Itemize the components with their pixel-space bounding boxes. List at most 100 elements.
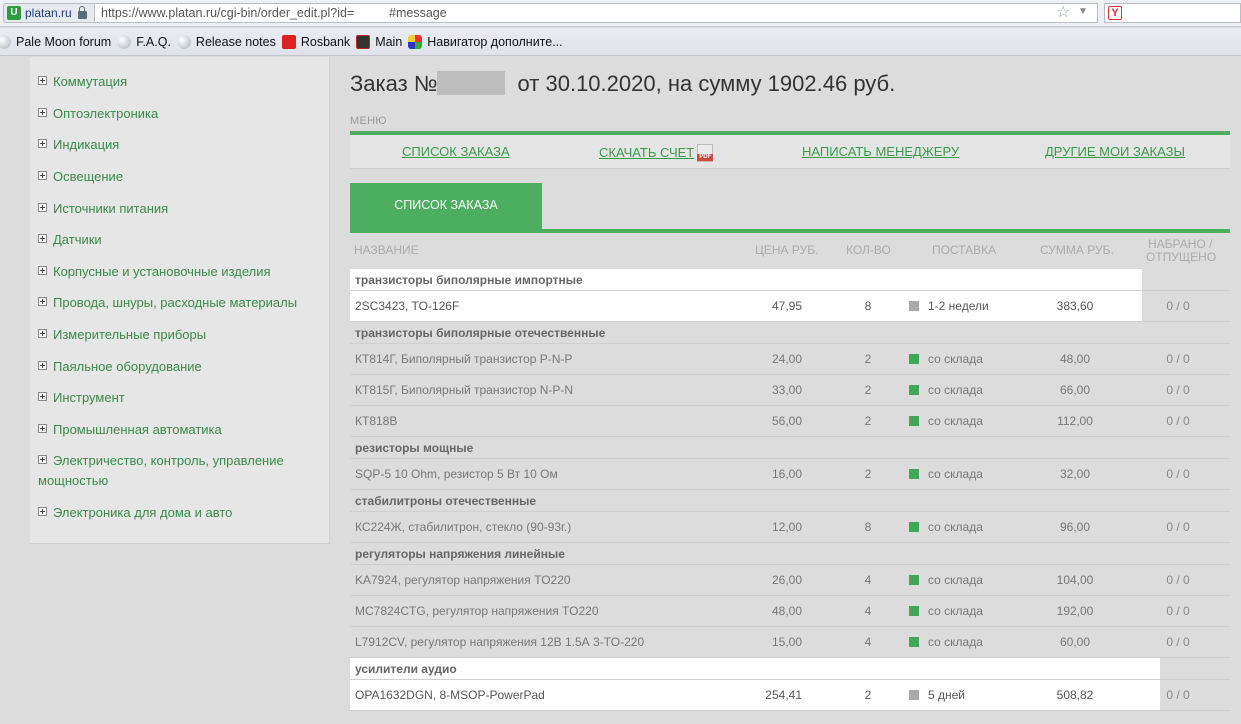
bookmark-rosbank[interactable]: Rosbank [281, 34, 350, 49]
expand-plus-icon[interactable] [38, 266, 47, 275]
table-row: L7912CV, регулятор напряжения 12В 1.5А 3… [350, 627, 1230, 658]
bookmark-pale-moon-forum[interactable]: Pale Moon forum [0, 34, 111, 49]
order-table: транзисторы биполярные импортные 2SC3423,… [350, 269, 1230, 711]
sidebar-item[interactable]: Индикация [38, 135, 323, 155]
sidebar-item[interactable]: Источники питания [38, 199, 323, 219]
item-sum: 32,00 [1059, 467, 1091, 481]
bookmark-main[interactable]: Main [356, 34, 402, 49]
item-qty: 2 [864, 352, 872, 366]
puzzle-icon [408, 34, 423, 49]
group-header-row: транзисторы биполярные импортные [350, 269, 1230, 291]
bookmarks-bar: Pale Moon forum F.A.Q. Release notes Ros… [0, 28, 1241, 56]
expand-plus-icon[interactable] [38, 203, 47, 212]
sidebar-item[interactable]: Электричество, контроль, управление мощн… [38, 451, 298, 491]
sidebar-item[interactable]: Освещение [38, 167, 323, 187]
group-header-row: транзисторы биполярные отечественные [350, 322, 1230, 344]
site-identity[interactable]: U platan.ru [3, 3, 95, 23]
table-row: MC7824CTG, регулятор напряжения TO220 48,… [350, 596, 1230, 627]
bookmark-release-notes[interactable]: Release notes [176, 34, 276, 49]
item-qty: 4 [864, 573, 872, 587]
item-price: 26,00 [771, 573, 802, 587]
menu-download-invoice-link[interactable]: СКАЧАТЬ СЧЕТ [599, 144, 714, 162]
item-delivery: со склада [909, 406, 983, 437]
sidebar-item[interactable]: Корпусные и установочные изделия [38, 262, 323, 282]
menu-label: МЕНЮ [350, 115, 387, 127]
site-favicon: U [7, 6, 21, 20]
sidebar-item[interactable]: Измерительные приборы [38, 325, 323, 345]
expand-plus-icon[interactable] [38, 507, 47, 516]
stock-status-icon [909, 637, 919, 647]
sidebar-item[interactable]: Коммутация [38, 72, 323, 92]
stock-status-icon [909, 690, 919, 700]
column-name: НАЗВАНИЕ [354, 243, 419, 257]
sidebar-item[interactable]: Промышленная автоматика [38, 420, 323, 440]
item-name: OPA1632DGN, 8-MSOP-PowerPad [355, 688, 545, 702]
item-price: 33,00 [771, 383, 802, 397]
column-delivery: ПОСТАВКА [932, 243, 997, 257]
tab-underline [350, 229, 1230, 233]
sidebar-item[interactable]: Датчики [38, 230, 323, 250]
item-picked: 0 / 0 [1166, 414, 1190, 428]
sidebar-item[interactable]: Провода, шнуры, расходные материалы [38, 293, 323, 313]
item-qty: 2 [864, 383, 872, 397]
item-sum: 104,00 [1056, 573, 1094, 587]
column-qty: КОЛ-ВО [846, 243, 891, 257]
item-qty: 2 [864, 414, 872, 428]
menu-order-list-link[interactable]: СПИСОК ЗАКАЗА [402, 144, 510, 159]
table-header: НАЗВАНИЕ ЦЕНА РУБ. КОЛ-ВО ПОСТАВКА СУММА… [350, 235, 1230, 269]
group-header-row: усилители аудио [350, 658, 1230, 680]
stock-status-icon [909, 301, 919, 311]
bookmark-faq[interactable]: F.A.Q. [117, 34, 171, 49]
column-picked-line2: ОТПУЩЕНО [1146, 250, 1217, 264]
item-picked: 0 / 0 [1166, 604, 1190, 618]
expand-plus-icon[interactable] [38, 392, 47, 401]
tab-order-list[interactable]: СПИСОК ЗАКАЗА [350, 183, 542, 229]
item-sum: 383,60 [1056, 299, 1094, 313]
menu-write-manager-link[interactable]: НАПИСАТЬ МЕНЕДЖЕРУ [802, 144, 959, 159]
site-name: platan.ru [25, 6, 72, 20]
expand-plus-icon[interactable] [38, 108, 47, 117]
expand-plus-icon[interactable] [38, 329, 47, 338]
item-sum: 96,00 [1059, 520, 1091, 534]
page-title: Заказ № от 30.10.2020, на сумму 1902.46 … [350, 71, 896, 96]
pale-moon-icon [176, 34, 191, 49]
chevron-down-icon[interactable]: ▼ [1078, 6, 1088, 17]
item-sum: 48,00 [1059, 352, 1091, 366]
bookmark-addons-navigator[interactable]: Навигатор дополните... [408, 34, 563, 49]
item-qty: 8 [864, 299, 872, 313]
table-row: КТ818В 56,00 2 со склада 112,00 0 / 0 [350, 406, 1230, 437]
item-picked: 0 / 0 [1166, 299, 1190, 313]
group-header-row: регуляторы напряжения линейные [350, 543, 1230, 565]
address-input[interactable]: https://www.platan.ru/cgi-bin/order_edit… [95, 3, 1098, 23]
item-name: MC7824CTG, регулятор напряжения TO220 [355, 604, 599, 618]
expand-plus-icon[interactable] [38, 297, 47, 306]
expand-plus-icon[interactable] [38, 234, 47, 243]
expand-plus-icon[interactable] [38, 361, 47, 370]
expand-plus-icon[interactable] [38, 76, 47, 85]
rosbank-icon [281, 34, 296, 49]
table-row: КТ814Г, Биполярный транзистор P-N-P 24,00… [350, 344, 1230, 375]
sidebar-item[interactable]: Инструмент [38, 388, 323, 408]
expand-plus-icon[interactable] [38, 455, 47, 464]
stock-status-icon [909, 575, 919, 585]
item-price: 47,95 [771, 299, 802, 313]
table-row: KA7924, регулятор напряжения TO220 26,00 4… [350, 565, 1230, 596]
stock-status-icon [909, 469, 919, 479]
expand-plus-icon[interactable] [38, 424, 47, 433]
item-sum: 66,00 [1059, 383, 1091, 397]
search-box[interactable]: Y [1104, 3, 1241, 23]
column-picked-line1: НАБРАНО / [1148, 237, 1213, 251]
menu-other-orders-link[interactable]: ДРУГИЕ МОИ ЗАКАЗЫ [1045, 144, 1185, 159]
order-number-redacted [437, 71, 506, 95]
sidebar-item[interactable]: Электроника для дома и авто [38, 503, 323, 523]
item-qty: 2 [864, 467, 872, 481]
expand-plus-icon[interactable] [38, 171, 47, 180]
sidebar-item[interactable]: Оптоэлектроника [38, 104, 323, 124]
column-sum: СУММА РУБ. [1040, 243, 1114, 257]
item-qty: 8 [864, 520, 872, 534]
expand-plus-icon[interactable] [38, 139, 47, 148]
sidebar-item[interactable]: Паяльное оборудование [38, 357, 323, 377]
table-row: SQP-5 10 Ohm, резистор 5 Вт 10 Ом 16,00 2 с… [350, 459, 1230, 490]
item-sum: 508,82 [1056, 688, 1094, 702]
bookmark-star-icon[interactable]: ☆ [1056, 4, 1070, 22]
